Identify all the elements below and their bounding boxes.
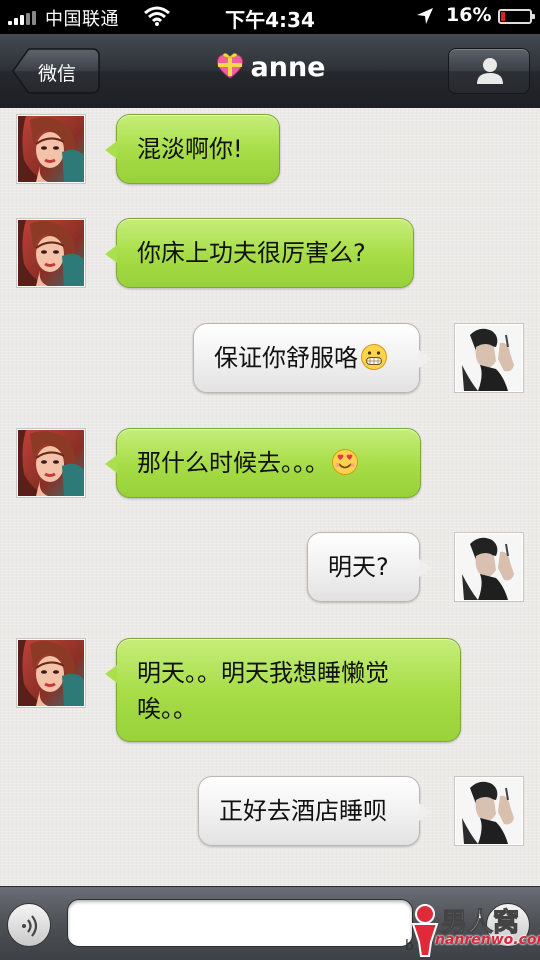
chat-title-text: anne <box>250 52 326 83</box>
location-arrow-icon <box>417 8 433 24</box>
voice-input-button[interactable] <box>7 903 51 947</box>
message-bubble-received[interactable]: 那什么时候去。。。 <box>105 428 421 498</box>
message-bubble-sent[interactable]: 正好去酒店睡呗 <box>198 776 431 846</box>
message-text-line-1: 明天。。明天我想睡懒觉 <box>137 659 389 687</box>
battery-percentage: 16% <box>446 4 492 26</box>
navigation-bar: 微信 anne <box>0 34 540 109</box>
message-text-line-2: 唉。。 <box>137 695 197 723</box>
message-text: 那什么时候去。。。 <box>137 449 329 477</box>
message-bubble-received[interactable]: 混淡啊你! <box>105 114 280 184</box>
message-text-input[interactable] <box>67 899 413 947</box>
avatar-me[interactable] <box>454 532 524 602</box>
chat-message-list[interactable]: 混淡啊你! 你床上功夫很厉害么? 保证你舒服咯 那什么时候去。。。 明天? 明天… <box>0 108 540 886</box>
battery-icon <box>498 9 535 24</box>
message-bubble-sent[interactable]: 保证你舒服咯 <box>193 323 431 393</box>
message-bubble-received[interactable]: 明天。。明天我想睡懒觉 唉。。 <box>105 638 461 742</box>
grin-emoji-icon <box>361 344 387 370</box>
contact-profile-button[interactable] <box>448 48 530 94</box>
avatar-me[interactable] <box>454 776 524 846</box>
profile-icon <box>477 58 503 84</box>
message-text: 你床上功夫很厉害么? <box>137 239 366 267</box>
message-text: 保证你舒服咯 <box>214 344 358 372</box>
battery-level-fill <box>501 12 505 21</box>
avatar-anne[interactable] <box>16 428 86 498</box>
watermark-url: nanrenwo.com <box>435 932 540 948</box>
avatar-anne[interactable] <box>16 218 86 288</box>
site-watermark: b 男人窝 nanrenwo.com <box>405 902 540 958</box>
message-text: 明天? <box>328 553 389 581</box>
message-bubble-sent[interactable]: 明天? <box>307 532 431 602</box>
heart-gift-icon <box>216 53 243 79</box>
avatar-anne[interactable] <box>16 114 86 184</box>
avatar-me[interactable] <box>454 323 524 393</box>
voice-icon <box>22 915 38 937</box>
status-bar: 中国联通 下午4:34 16% <box>0 0 540 34</box>
heart-eyes-emoji-icon <box>332 449 358 475</box>
avatar-anne[interactable] <box>16 638 86 708</box>
message-text: 混淡啊你! <box>137 135 243 163</box>
message-text: 正好去酒店睡呗 <box>219 797 387 825</box>
message-bubble-received[interactable]: 你床上功夫很厉害么? <box>105 218 414 288</box>
watermark-prefix: b <box>405 938 414 954</box>
